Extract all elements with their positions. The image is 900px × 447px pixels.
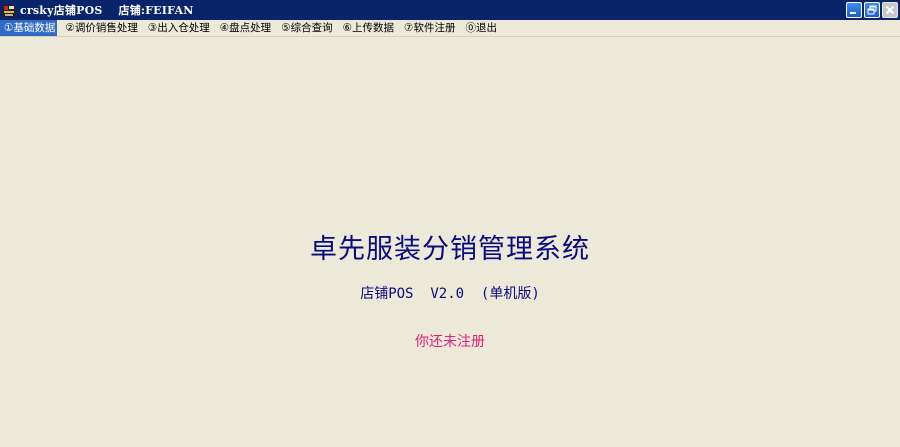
app-window: crsky店铺POS 店铺:FEIFAN ①基础数据 ②调价销售处理 ③出入仓处…: [0, 0, 900, 447]
window-controls: [846, 2, 898, 18]
menu-register[interactable]: ⑦软件注册: [400, 20, 457, 36]
close-icon: [885, 5, 895, 15]
menu-exit[interactable]: ⓪退出: [461, 20, 499, 36]
app-icon[interactable]: [2, 3, 16, 17]
title-bar[interactable]: crsky店铺POS 店铺:FEIFAN: [0, 0, 900, 20]
menu-query[interactable]: ⑤综合查询: [277, 20, 334, 36]
system-title: 卓先服装分销管理系统: [310, 234, 590, 265]
window-title: crsky店铺POS: [20, 4, 103, 17]
version-label: 店铺POS V2.0 (单机版): [360, 286, 540, 302]
menu-basic-data[interactable]: ①基础数据: [0, 20, 58, 36]
restore-button[interactable]: [864, 2, 880, 18]
main-content: 卓先服装分销管理系统 店铺POS V2.0 (单机版) 你还未注册: [0, 37, 900, 447]
menu-stocktake[interactable]: ④盘点处理: [216, 20, 273, 36]
minimize-button[interactable]: [846, 2, 862, 18]
menu-price-sales[interactable]: ②调价销售处理: [61, 20, 139, 36]
minimize-icon: [850, 12, 856, 14]
menu-bar: ①基础数据 ②调价销售处理 ③出入仓处理 ④盘点处理 ⑤综合查询 ⑥上传数据 ⑦…: [0, 20, 900, 37]
menu-upload-data[interactable]: ⑥上传数据: [339, 20, 396, 36]
restore-icon: [867, 5, 877, 15]
registration-notice: 你还未注册: [415, 334, 485, 350]
store-label: 店铺:FEIFAN: [118, 4, 194, 17]
close-button[interactable]: [882, 2, 898, 18]
menu-warehouse-inout[interactable]: ③出入仓处理: [144, 20, 212, 36]
